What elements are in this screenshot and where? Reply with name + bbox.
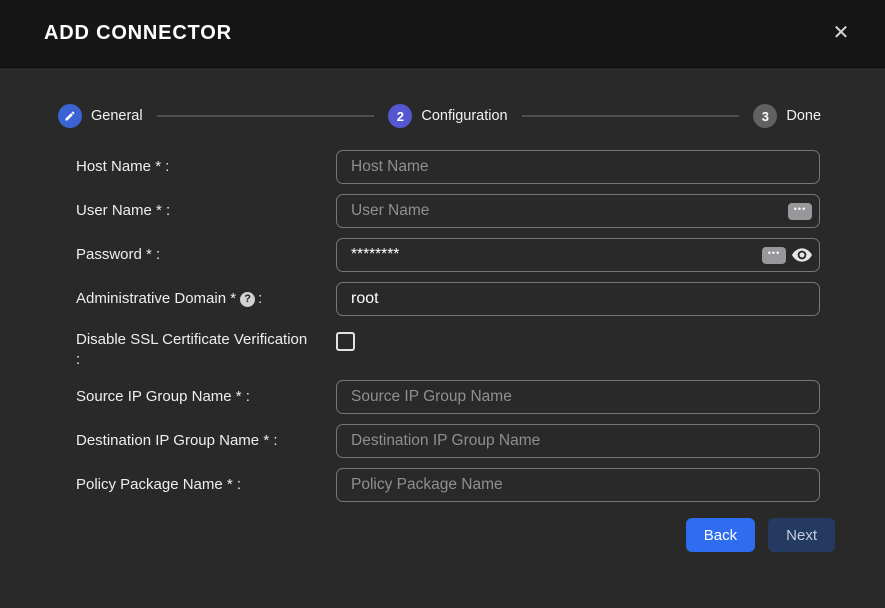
back-button[interactable]: Back <box>686 518 755 552</box>
disable-ssl-label: Disable SSL Certificate Verification : <box>76 326 336 370</box>
admin-domain-label: Administrative Domain * ? : <box>76 289 336 309</box>
close-icon[interactable]: ✕ <box>827 18 855 46</box>
source-ip-group-label: Source IP Group Name * : <box>76 387 336 407</box>
step-configuration: 2 Configuration <box>388 104 507 128</box>
destination-ip-group-label: Destination IP Group Name * : <box>76 431 336 451</box>
host-name-label: Host Name * : <box>76 157 336 177</box>
step-done-label: Done <box>786 108 821 124</box>
disable-ssl-checkbox[interactable] <box>336 332 355 351</box>
ellipsis-icon[interactable]: ••• <box>762 247 786 264</box>
admin-domain-input[interactable] <box>336 282 820 316</box>
ellipsis-icon[interactable]: ••• <box>788 203 812 220</box>
step-general-label: General <box>91 108 143 124</box>
password-label: Password * : <box>76 245 336 265</box>
add-connector-dialog: ADD CONNECTOR ✕ General 2 Configuration … <box>0 0 885 608</box>
password-input[interactable] <box>336 238 820 272</box>
help-icon[interactable]: ? <box>240 292 255 307</box>
policy-package-label: Policy Package Name * : <box>76 475 336 495</box>
dialog-header: ADD CONNECTOR ✕ <box>0 0 885 68</box>
step-2-badge: 2 <box>388 104 412 128</box>
destination-ip-group-input[interactable] <box>336 424 820 458</box>
policy-package-input[interactable] <box>336 468 820 502</box>
host-name-input[interactable] <box>336 150 820 184</box>
stepper-line <box>522 115 740 117</box>
show-password-eye-icon[interactable] <box>792 248 812 262</box>
user-name-input[interactable] <box>336 194 820 228</box>
source-ip-group-input[interactable] <box>336 380 820 414</box>
dialog-footer: Back Next <box>0 518 835 552</box>
step-general: General <box>58 104 143 128</box>
step-3-badge: 3 <box>753 104 777 128</box>
step-configuration-label: Configuration <box>421 108 507 124</box>
next-button[interactable]: Next <box>768 518 835 552</box>
wizard-stepper: General 2 Configuration 3 Done <box>58 104 821 128</box>
step-done: 3 Done <box>753 104 821 128</box>
dialog-title: ADD CONNECTOR <box>44 22 232 45</box>
stepper-line <box>157 115 375 117</box>
connector-form: Host Name * : User Name * : ••• Password… <box>76 150 820 502</box>
edit-icon <box>58 104 82 128</box>
user-name-label: User Name * : <box>76 201 336 221</box>
